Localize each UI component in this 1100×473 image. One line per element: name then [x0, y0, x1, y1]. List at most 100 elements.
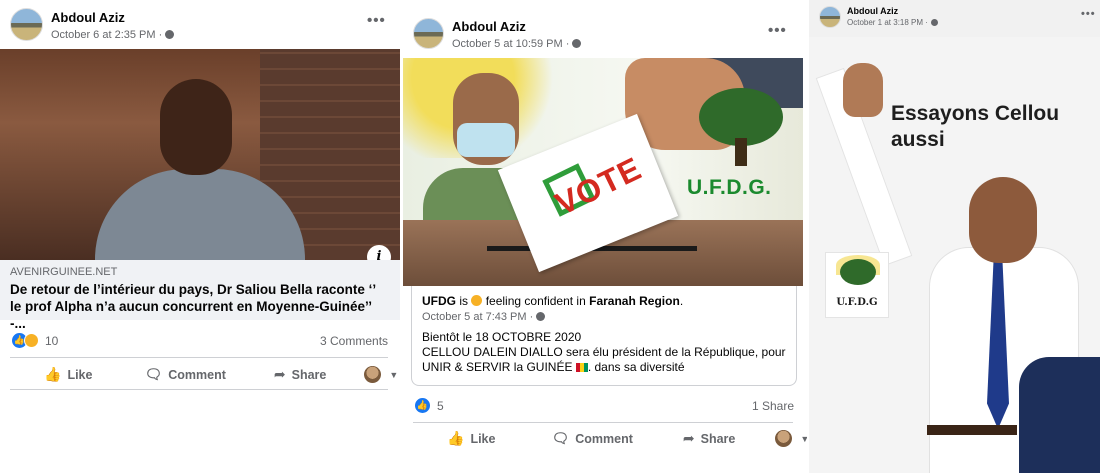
- user-avatar-icon: [775, 430, 793, 447]
- jacket-graphic: [1019, 357, 1100, 473]
- party-logo: U.F.D.G: [825, 252, 889, 318]
- person-head-graphic: [969, 177, 1037, 263]
- chevron-down-icon: ▼: [800, 433, 807, 444]
- reactions-summary[interactable]: 👍 5: [415, 398, 444, 413]
- party-logo-text: U.F.D.G: [836, 297, 878, 308]
- tree-trunk: [735, 138, 747, 166]
- like-button[interactable]: 👍 Like: [447, 430, 495, 447]
- thumbs-up-icon: 👍: [44, 366, 62, 382]
- shared-body: Bientôt le 18 OCTOBRE 2020 CELLOU DALEIN…: [422, 330, 786, 375]
- globe-icon: [536, 312, 546, 321]
- haha-reaction-icon: [24, 333, 39, 348]
- feeling-text: feeling confident in: [485, 294, 586, 308]
- share-icon: ➦: [273, 366, 286, 382]
- link-title[interactable]: De retour de l’intérieur du pays, Dr Sal…: [10, 281, 390, 332]
- smile-emoji-icon: [471, 295, 483, 306]
- author-name[interactable]: Abdoul Aziz: [452, 19, 581, 34]
- post-card-3: Abdoul Aziz October 1 at 3:18 PM · ••• E…: [809, 0, 1100, 473]
- body-line-3a: UNIR & SERVIR la GUINÉE: [422, 360, 573, 374]
- author-block: Abdoul Aziz October 6 at 2:35 PM ·: [51, 8, 175, 41]
- like-label: Like: [470, 431, 496, 446]
- reaction-audience-selector[interactable]: ▼: [775, 430, 807, 447]
- more-options-icon[interactable]: •••: [768, 22, 787, 39]
- post-timestamp[interactable]: October 1 at 3:18 PM ·: [847, 18, 938, 27]
- more-options-icon[interactable]: •••: [367, 12, 386, 29]
- body-line-3b: . dans sa diversité: [587, 360, 685, 374]
- comment-button[interactable]: 🗨 Comment: [144, 366, 225, 383]
- post-image[interactable]: VOTE U.F.D.G.: [403, 58, 803, 286]
- like-label: Like: [67, 367, 93, 382]
- author-avatar[interactable]: [819, 6, 841, 28]
- tree-icon: [840, 259, 876, 285]
- comment-button[interactable]: 🗨 Comment: [551, 430, 632, 447]
- divider: [413, 422, 793, 423]
- share-button[interactable]: ➦ Share: [274, 366, 326, 383]
- more-options-icon[interactable]: •••: [1081, 8, 1096, 20]
- post-card-2: Abdoul Aziz October 5 at 10:59 PM · ••• …: [403, 0, 807, 473]
- author-block: Abdoul Aziz October 1 at 3:18 PM ·: [847, 6, 938, 27]
- post-timestamp[interactable]: October 5 at 10:59 PM ·: [452, 38, 582, 50]
- shared-timestamp[interactable]: October 5 at 7:43 PM ·: [422, 311, 786, 323]
- post-header: Abdoul Aziz October 5 at 10:59 PM ·: [413, 18, 582, 50]
- link-domain: AVENIRGUINEE.NET: [10, 266, 118, 278]
- headline-line-2: aussi: [891, 128, 945, 151]
- thumbs-up-icon: 👍: [447, 430, 465, 446]
- action-bar: 👍 Like 🗨 Comment ➦ Share ▼: [44, 366, 398, 383]
- shared-timestamp-text[interactable]: October 5 at 7:43 PM: [422, 311, 527, 323]
- screenshot-collage: Abdoul Aziz October 6 at 2:35 PM · ••• i…: [0, 0, 1100, 473]
- person-head-graphic: [160, 79, 232, 175]
- user-avatar-icon: [364, 366, 382, 383]
- post-timestamp[interactable]: October 6 at 2:35 PM ·: [51, 29, 175, 41]
- reaction-count: 5: [437, 398, 444, 413]
- body-line-3: UNIR & SERVIR la GUINÉE . dans sa divers…: [422, 360, 786, 375]
- chevron-down-icon: ▼: [389, 369, 399, 380]
- post-header: Abdoul Aziz October 6 at 2:35 PM ·: [10, 8, 175, 41]
- author-name[interactable]: Abdoul Aziz: [847, 6, 938, 16]
- globe-icon: [930, 19, 938, 26]
- author-avatar[interactable]: [10, 8, 43, 41]
- shared-header: UFDG is feeling confident in Faranah Reg…: [422, 294, 684, 308]
- comment-icon: 🗨: [144, 366, 163, 382]
- reaction-audience-selector[interactable]: ▼: [364, 366, 398, 383]
- comment-icon: 🗨: [551, 430, 570, 446]
- post-image[interactable]: Essayons Cellou aussi U.F.D.G: [809, 37, 1100, 473]
- post-header: Abdoul Aziz October 1 at 3:18 PM ·: [819, 6, 938, 28]
- like-reaction-icon: 👍: [415, 398, 430, 413]
- timestamp-text[interactable]: October 6 at 2:35 PM: [51, 29, 156, 41]
- reactions-summary[interactable]: 👍 10: [12, 333, 58, 348]
- shares-count[interactable]: 1 Share: [752, 399, 794, 413]
- share-label: Share: [700, 431, 736, 446]
- location-link[interactable]: Faranah Region: [589, 294, 680, 308]
- share-label: Share: [291, 367, 327, 382]
- is-text: is: [459, 294, 469, 308]
- globe-icon: [572, 39, 582, 48]
- body-line: Bientôt le 18 OCTOBRE 2020: [422, 330, 582, 344]
- face-mask: [457, 123, 515, 157]
- share-button[interactable]: ➦ Share: [683, 430, 735, 447]
- comments-count[interactable]: 3 Comments: [320, 334, 388, 348]
- author-block: Abdoul Aziz October 5 at 10:59 PM ·: [452, 18, 582, 50]
- raised-hand-graphic: [843, 63, 883, 117]
- share-icon: ➦: [682, 430, 695, 446]
- page-name[interactable]: UFDG: [422, 294, 456, 308]
- author-name[interactable]: Abdoul Aziz: [51, 10, 174, 25]
- party-logo-text: U.F.D.G.: [687, 176, 772, 199]
- tree-logo-icon: [699, 88, 783, 168]
- action-bar: 👍 Like 🗨 Comment ➦ Share ▼: [447, 430, 807, 447]
- headline-line-1: Essayons Cellou: [891, 102, 1060, 125]
- like-button[interactable]: 👍 Like: [44, 366, 92, 383]
- body-line: CELLOU DALEIN DIALLO sera élu président …: [422, 345, 786, 359]
- timestamp-text[interactable]: October 1 at 3:18 PM: [847, 18, 923, 27]
- comment-label: Comment: [168, 367, 226, 382]
- comment-label: Comment: [575, 431, 633, 446]
- post-card-1: Abdoul Aziz October 6 at 2:35 PM · ••• i…: [0, 0, 400, 473]
- link-preview[interactable]: AVENIRGUINEE.NET De retour de l’intérieu…: [0, 260, 400, 331]
- link-preview-image[interactable]: i: [0, 49, 400, 260]
- reaction-count: 10: [45, 333, 59, 348]
- belt-graphic: [927, 425, 1017, 435]
- divider: [10, 357, 388, 358]
- shared-post[interactable]: UFDG is feeling confident in Faranah Reg…: [411, 286, 797, 386]
- timestamp-text[interactable]: October 5 at 10:59 PM: [452, 38, 563, 50]
- globe-icon: [165, 30, 175, 39]
- author-avatar[interactable]: [413, 18, 444, 49]
